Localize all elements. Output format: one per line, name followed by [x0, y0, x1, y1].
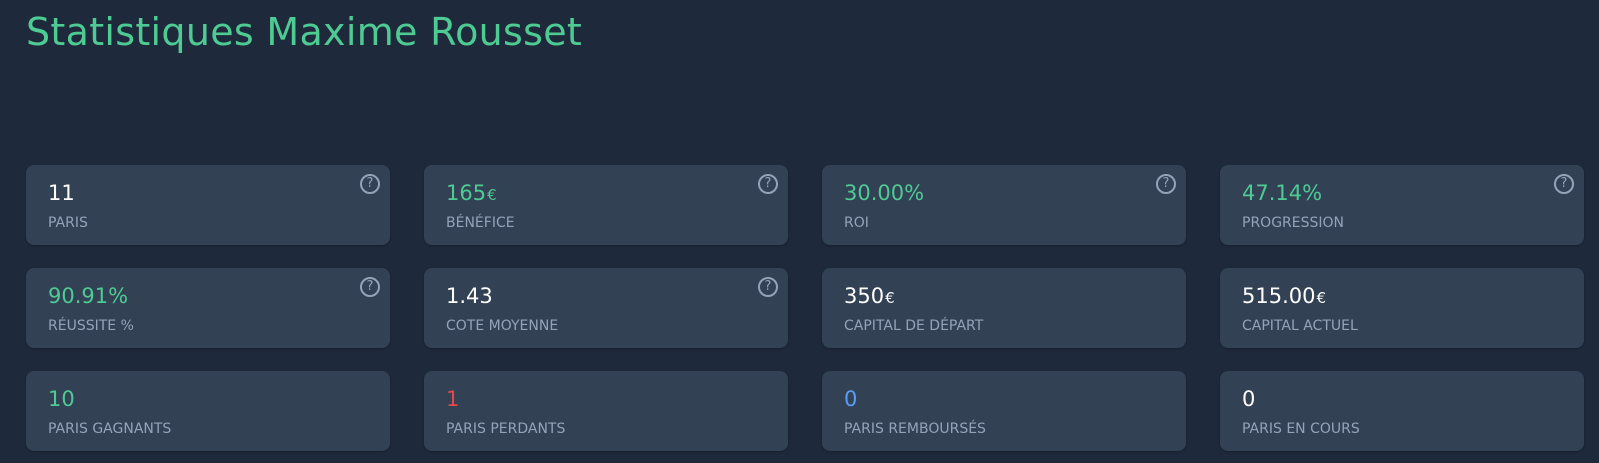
- stat-card-paris-rembourses: 0 Paris remboursés: [822, 371, 1186, 451]
- help-icon[interactable]: ?: [360, 174, 380, 194]
- stat-card-cote-moyenne: 1.43 Cote moyenne ?: [424, 268, 788, 348]
- stat-value: 515.00€: [1242, 284, 1327, 308]
- stat-label: ROI: [844, 215, 869, 231]
- stat-value: 0: [1242, 387, 1256, 411]
- stat-value: 350€: [844, 284, 895, 308]
- stat-label: Paris gagnants: [48, 421, 172, 437]
- help-icon[interactable]: ?: [1554, 174, 1574, 194]
- stat-card-paris-gagnants: 10 Paris gagnants: [26, 371, 390, 451]
- help-icon[interactable]: ?: [758, 277, 778, 297]
- stat-label: Paris perdants: [446, 421, 566, 437]
- stat-card-capital-depart: 350€ Capital de départ: [822, 268, 1186, 348]
- stat-card-progression: 47.14% Progression ?: [1220, 165, 1584, 245]
- stat-value: 10: [48, 387, 75, 411]
- stat-card-paris-perdants: 1 Paris perdants: [424, 371, 788, 451]
- stat-label: Cote moyenne: [446, 318, 559, 334]
- stat-label: Paris remboursés: [844, 421, 986, 437]
- help-icon[interactable]: ?: [360, 277, 380, 297]
- help-icon[interactable]: ?: [1156, 174, 1176, 194]
- stat-card-benefice: 165€ Bénéfice ?: [424, 165, 788, 245]
- page-title: Statistiques Maxime Rousset: [26, 10, 583, 54]
- stats-page: Statistiques Maxime Rousset 11 Paris ? 1…: [0, 0, 1599, 463]
- stat-card-paris-en-cours: 0 Paris en cours: [1220, 371, 1584, 451]
- stat-value: 165€: [446, 181, 497, 205]
- stat-label: Paris: [48, 215, 88, 231]
- help-icon[interactable]: ?: [758, 174, 778, 194]
- stat-card-reussite: 90.91% Réussite % ?: [26, 268, 390, 348]
- stats-grid: 11 Paris ? 165€ Bénéfice ? 30.00% ROI ? …: [26, 165, 1584, 451]
- stat-value: 1: [446, 387, 460, 411]
- stat-label: Capital de départ: [844, 318, 984, 334]
- stat-label: Progression: [1242, 215, 1345, 231]
- stat-label: Bénéfice: [446, 215, 515, 231]
- stat-value: 30.00%: [844, 181, 925, 205]
- stat-value: 11: [48, 181, 75, 205]
- stat-value: 47.14%: [1242, 181, 1323, 205]
- stat-label: Réussite %: [48, 318, 134, 334]
- stat-label: Capital actuel: [1242, 318, 1358, 334]
- stat-label: Paris en cours: [1242, 421, 1360, 437]
- stat-value: 1.43: [446, 284, 493, 308]
- stat-value: 0: [844, 387, 858, 411]
- stat-value: 90.91%: [48, 284, 129, 308]
- stat-card-paris: 11 Paris ?: [26, 165, 390, 245]
- stat-card-roi: 30.00% ROI ?: [822, 165, 1186, 245]
- stat-card-capital-actuel: 515.00€ Capital actuel: [1220, 268, 1584, 348]
